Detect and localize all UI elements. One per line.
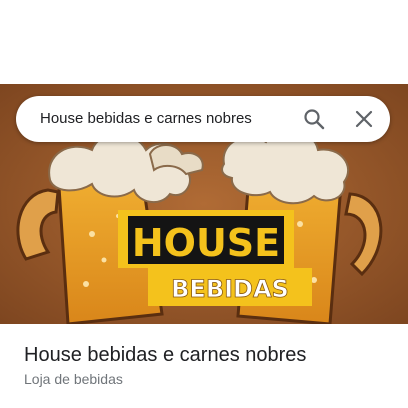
close-icon[interactable] [352, 107, 376, 131]
place-title[interactable]: House bebidas e carnes nobres [24, 342, 394, 368]
place-info: House bebidas e carnes nobres Loja de be… [24, 342, 394, 389]
search-bar[interactable]: House bebidas e carnes nobres [16, 96, 390, 142]
search-icon[interactable] [302, 107, 326, 131]
place-category: Loja de bebidas [24, 371, 123, 387]
logo-line1: HOUSE [132, 221, 280, 265]
logo-line2: BEBIDAS [171, 275, 289, 303]
search-input[interactable]: House bebidas e carnes nobres [40, 96, 252, 142]
